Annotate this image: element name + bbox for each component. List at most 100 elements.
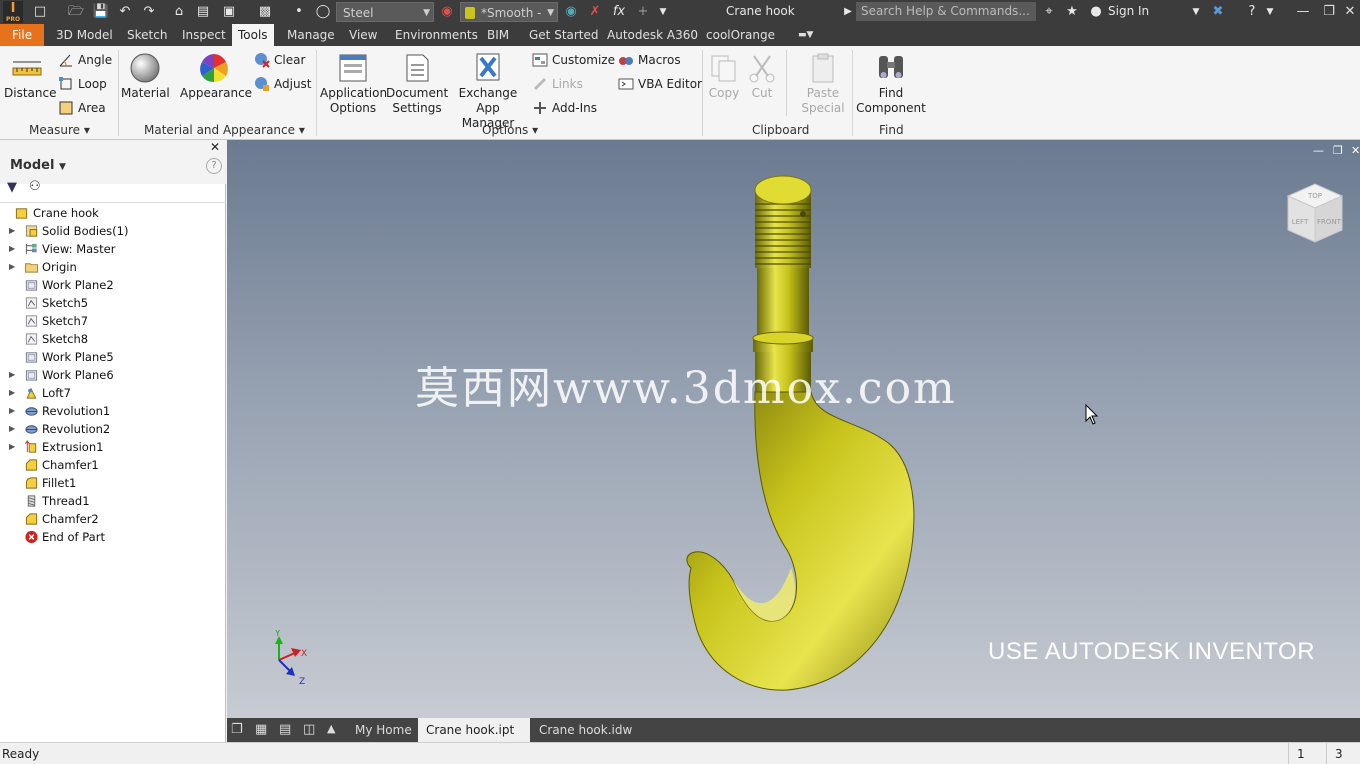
material-appearance-panel-label[interactable]: Material and Appearance ▾: [144, 123, 305, 137]
cut-button[interactable]: Cut: [744, 52, 780, 101]
appearance-dropdown[interactable]: *Smooth - ▼: [460, 2, 558, 22]
search-input[interactable]: Search Help & Commands...: [856, 2, 1036, 21]
expand-arrow-icon[interactable]: ▶: [9, 438, 15, 456]
add-ins-button[interactable]: Add-Ins: [530, 98, 597, 118]
tree-item[interactable]: ▶ Work Plane6: [0, 366, 226, 384]
tree-item[interactable]: ▶ Extrusion1: [0, 438, 226, 456]
tab-get-started[interactable]: Get Started: [523, 24, 605, 46]
tab-overflow-icon[interactable]: ▬▼: [792, 24, 819, 46]
tab-view[interactable]: View: [343, 24, 383, 46]
pick-icon[interactable]: •: [288, 3, 310, 21]
loop-button[interactable]: Loop: [56, 74, 107, 94]
properties-icon[interactable]: ▤: [194, 3, 212, 21]
viewcube-left-label[interactable]: LEFT: [1292, 218, 1309, 226]
close-browser-icon[interactable]: ✕: [210, 140, 220, 154]
viewport-restore-icon[interactable]: ❐: [1333, 144, 1343, 157]
graphics-viewport[interactable]: — ❐ ✕ 莫西网www.3dmox.com USE AUTODESK INVE…: [227, 140, 1360, 718]
inventor-logo-icon[interactable]: I PRO: [3, 1, 23, 23]
tab-inspect[interactable]: Inspect: [176, 24, 232, 46]
expand-arrow-icon[interactable]: ▶: [9, 222, 15, 240]
expand-search-icon[interactable]: ▶: [842, 3, 854, 21]
filter-icon[interactable]: ▼: [7, 180, 17, 195]
tab-my-home[interactable]: My Home: [347, 718, 420, 742]
copy-button[interactable]: Copy: [706, 52, 742, 101]
tree-item[interactable]: Sketch5: [0, 294, 226, 312]
viewcube-top-label[interactable]: TOP: [1307, 192, 1322, 200]
tree-item[interactable]: ▶ Revolution2: [0, 420, 226, 438]
tab-autodesk-a360[interactable]: Autodesk A360: [601, 24, 704, 46]
macros-button[interactable]: Macros: [616, 50, 681, 70]
expand-arrow-icon[interactable]: ▶: [9, 258, 15, 276]
tree-item[interactable]: End of Part: [0, 528, 226, 546]
help-icon[interactable]: ?: [1242, 3, 1262, 21]
help-icon[interactable]: ?: [206, 158, 222, 174]
tree-item[interactable]: ▶ Solid Bodies(1): [0, 222, 226, 240]
color-wheel-icon[interactable]: ◉: [438, 3, 456, 21]
new-icon[interactable]: □: [30, 3, 50, 21]
arrange-horizontal-icon[interactable]: ▤: [279, 722, 291, 737]
close-icon[interactable]: ✕: [1340, 2, 1360, 22]
viewcube[interactable]: TOP LEFT FRONT: [1282, 180, 1348, 250]
tab-environments[interactable]: Environments: [389, 24, 484, 46]
tree-item[interactable]: Work Plane2: [0, 276, 226, 294]
area-button[interactable]: Area: [56, 98, 106, 118]
tree-item[interactable]: Fillet1: [0, 474, 226, 492]
tile-windows-icon[interactable]: ▦: [255, 722, 267, 737]
crane-hook-model[interactable]: [667, 170, 927, 700]
tree-item[interactable]: Chamfer1: [0, 456, 226, 474]
material-button[interactable]: Material: [121, 52, 170, 101]
redo-icon[interactable]: ↷: [140, 3, 158, 21]
favorites-star-icon[interactable]: ★: [1064, 3, 1080, 21]
select-icon[interactable]: ▣: [218, 3, 240, 21]
tree-item[interactable]: ▶ Revolution1: [0, 402, 226, 420]
vba-editor-button[interactable]: VBA Editor: [616, 74, 702, 94]
angle-button[interactable]: Angle: [56, 50, 112, 70]
tree-item[interactable]: ▶ Origin: [0, 258, 226, 276]
globe-icon[interactable]: ◯: [314, 3, 332, 21]
cascade-windows-icon[interactable]: ❐: [231, 722, 243, 737]
tab-list-up-icon[interactable]: ▲: [327, 722, 335, 735]
open-icon[interactable]: 🗁: [66, 3, 86, 21]
tree-item[interactable]: Chamfer2: [0, 510, 226, 528]
measure-panel-label[interactable]: Measure ▾: [29, 123, 90, 137]
tab-bim[interactable]: BIM: [481, 24, 515, 46]
document-settings-button[interactable]: Document Settings: [386, 52, 448, 116]
tab-tools[interactable]: Tools: [232, 24, 274, 46]
customize-qat-icon[interactable]: ▼: [654, 3, 672, 21]
tab-file[interactable]: File: [0, 24, 45, 46]
expand-arrow-icon[interactable]: ▶: [9, 240, 15, 258]
distance-button[interactable]: Distance: [4, 54, 56, 101]
sign-in-dropdown-icon[interactable]: ▼: [1190, 3, 1202, 21]
find-component-button[interactable]: Find Component: [856, 50, 926, 116]
expand-arrow-icon[interactable]: ▶: [9, 402, 15, 420]
restore-icon[interactable]: ❐: [1316, 2, 1342, 22]
exchange-icon[interactable]: ✖: [1208, 3, 1228, 21]
expand-arrow-icon[interactable]: ▶: [9, 420, 15, 438]
links-button[interactable]: Links: [530, 74, 583, 94]
customize-button[interactable]: Customize: [530, 50, 615, 70]
clear-appearance-icon[interactable]: ✗: [586, 3, 604, 21]
fx-icon[interactable]: fx: [610, 3, 628, 21]
application-options-button[interactable]: Application Options: [320, 52, 387, 116]
tree-item[interactable]: Crane hook: [0, 204, 226, 222]
user-icon[interactable]: ●: [1088, 3, 1104, 21]
arrange-vertical-icon[interactable]: ◫: [303, 722, 315, 737]
options-panel-label[interactable]: Options ▾: [482, 123, 538, 137]
sign-in-link[interactable]: Sign In: [1108, 4, 1149, 18]
material-dropdown[interactable]: Steel ▼: [336, 2, 434, 22]
help-dropdown-icon[interactable]: ▼: [1264, 3, 1276, 21]
viewcube-front-label[interactable]: FRONT: [1317, 218, 1342, 226]
viewport-minimize-icon[interactable]: —: [1313, 144, 1324, 157]
home-icon[interactable]: ⌂: [170, 3, 188, 21]
tab-sketch[interactable]: Sketch: [121, 24, 173, 46]
tree-item[interactable]: ▶ Loft7: [0, 384, 226, 402]
appearance-button[interactable]: Appearance: [180, 52, 252, 101]
tree-item[interactable]: Sketch7: [0, 312, 226, 330]
minimize-icon[interactable]: —: [1290, 2, 1316, 22]
expand-arrow-icon[interactable]: ▶: [9, 384, 15, 402]
adjust-appearance-icon[interactable]: ◉: [562, 3, 580, 21]
exchange-app-manager-button[interactable]: Exchange App Manager: [450, 50, 526, 131]
model-browser-title[interactable]: Model ▼: [10, 158, 66, 173]
paste-special-button[interactable]: Paste Special: [796, 52, 850, 116]
adjust-button[interactable]: Adjust: [252, 74, 312, 94]
